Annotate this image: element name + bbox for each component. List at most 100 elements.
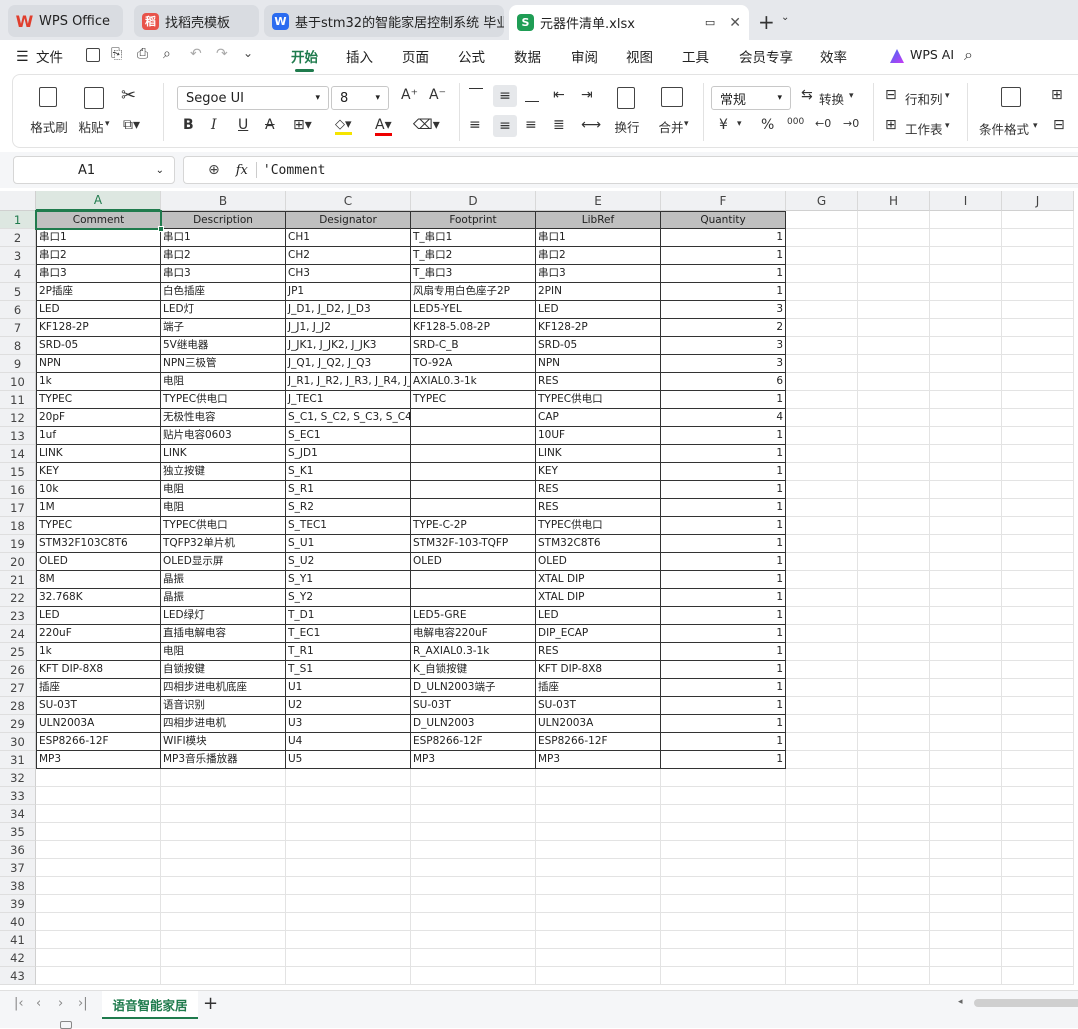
table-cell[interactable]: LINK [536,445,661,463]
conditional-format-dropdown-icon[interactable]: ▾ [1033,121,1038,131]
menu-item-7[interactable]: 工具 [682,46,709,66]
empty-cell[interactable] [36,805,161,823]
table-cell[interactable]: 1uf [36,427,161,445]
merge-dropdown-icon[interactable]: ▾ [684,119,689,129]
empty-cell[interactable] [1002,229,1074,247]
table-cell[interactable]: CAP [536,409,661,427]
table-cell[interactable]: 独立按键 [161,463,286,481]
row-header-36[interactable]: 36 [0,841,36,859]
row-header-20[interactable]: 20 [0,553,36,571]
sheet-tab-active[interactable]: 语音智能家居 [102,991,198,1019]
empty-cell[interactable] [858,301,930,319]
empty-cell[interactable] [36,787,161,805]
menu-item-0[interactable]: 开始 [291,46,318,72]
empty-cell[interactable] [1002,751,1074,769]
table-cell[interactable] [411,589,536,607]
table-cell[interactable]: 电阻 [161,373,286,391]
table-cell[interactable]: DIP_ECAP [536,625,661,643]
table-cell[interactable] [411,499,536,517]
table-cell[interactable]: 1k [36,643,161,661]
table-cell[interactable]: 1 [661,571,786,589]
empty-cell[interactable] [930,931,1002,949]
tab-3[interactable]: S 元器件清单.xlsx ▭ ✕ [509,5,749,40]
empty-cell[interactable] [786,535,858,553]
cut-icon[interactable]: ✂ [121,85,136,106]
table-cell[interactable]: ULN2003A [36,715,161,733]
table-cell[interactable]: KF128-2P [536,319,661,337]
row-header-34[interactable]: 34 [0,805,36,823]
table-header-cell[interactable]: LibRef [536,211,661,229]
empty-cell[interactable] [411,805,536,823]
table-cell[interactable]: 电阻 [161,499,286,517]
empty-cell[interactable] [1002,967,1074,985]
empty-cell[interactable] [858,427,930,445]
table-cell[interactable]: 串口3 [536,265,661,283]
row-header-40[interactable]: 40 [0,913,36,931]
name-box[interactable]: A1 ⌄ [13,156,175,184]
empty-cell[interactable] [858,463,930,481]
table-cell[interactable]: TO-92A [411,355,536,373]
empty-cell[interactable] [786,409,858,427]
empty-cell[interactable] [786,877,858,895]
table-cell[interactable]: TYPEC [36,391,161,409]
restore-window-icon[interactable]: ▭ [705,16,715,29]
next-sheet-icon[interactable]: › [58,996,63,1011]
empty-cell[interactable] [786,607,858,625]
empty-cell[interactable] [286,877,411,895]
empty-cell[interactable] [286,769,411,787]
table-cell[interactable]: U1 [286,679,411,697]
table-cell[interactable]: CH1 [286,229,411,247]
empty-cell[interactable] [1002,481,1074,499]
table-cell[interactable]: J_J1, J_J2 [286,319,411,337]
empty-cell[interactable] [1002,607,1074,625]
empty-cell[interactable] [536,787,661,805]
row-header-43[interactable]: 43 [0,967,36,985]
row-header-3[interactable]: 3 [0,247,36,265]
empty-cell[interactable] [1002,805,1074,823]
empty-cell[interactable] [930,391,1002,409]
table-cell[interactable]: 1 [661,589,786,607]
table-cell[interactable]: 1 [661,751,786,769]
empty-cell[interactable] [858,625,930,643]
empty-cell[interactable] [1002,913,1074,931]
table-cell[interactable]: RES [536,499,661,517]
new-tab-button[interactable]: + [758,10,775,34]
tab-1[interactable]: 稻找稻壳模板 [134,5,259,37]
table-cell[interactable]: 1 [661,697,786,715]
table-cell[interactable] [411,463,536,481]
empty-cell[interactable] [536,805,661,823]
table-cell[interactable]: 3 [661,355,786,373]
table-cell[interactable]: T_D1 [286,607,411,625]
table-cell[interactable]: 串口1 [36,229,161,247]
table-cell[interactable]: S_R2 [286,499,411,517]
empty-cell[interactable] [930,661,1002,679]
table-cell[interactable]: TYPEC供电口 [161,517,286,535]
table-cell[interactable]: MP3音乐播放器 [161,751,286,769]
copy-icon[interactable]: ⧉▾ [123,117,140,133]
table-cell[interactable]: ESP8266-12F [36,733,161,751]
empty-cell[interactable] [411,967,536,985]
table-cell[interactable]: SU-03T [411,697,536,715]
empty-cell[interactable] [786,823,858,841]
empty-cell[interactable] [161,949,286,967]
empty-cell[interactable] [286,859,411,877]
empty-cell[interactable] [161,859,286,877]
empty-cell[interactable] [36,769,161,787]
empty-cell[interactable] [1002,787,1074,805]
empty-cell[interactable] [858,877,930,895]
empty-cell[interactable] [786,445,858,463]
empty-cell[interactable] [930,823,1002,841]
empty-cell[interactable] [930,355,1002,373]
horizontal-scrollbar[interactable] [974,999,1078,1007]
empty-cell[interactable] [1002,517,1074,535]
table-cell[interactable]: 2 [661,319,786,337]
empty-cell[interactable] [930,733,1002,751]
row-header-9[interactable]: 9 [0,355,36,373]
empty-cell[interactable] [858,319,930,337]
empty-cell[interactable] [286,949,411,967]
empty-cell[interactable] [536,895,661,913]
empty-cell[interactable] [858,679,930,697]
empty-cell[interactable] [536,823,661,841]
empty-cell[interactable] [786,463,858,481]
empty-cell[interactable] [786,859,858,877]
